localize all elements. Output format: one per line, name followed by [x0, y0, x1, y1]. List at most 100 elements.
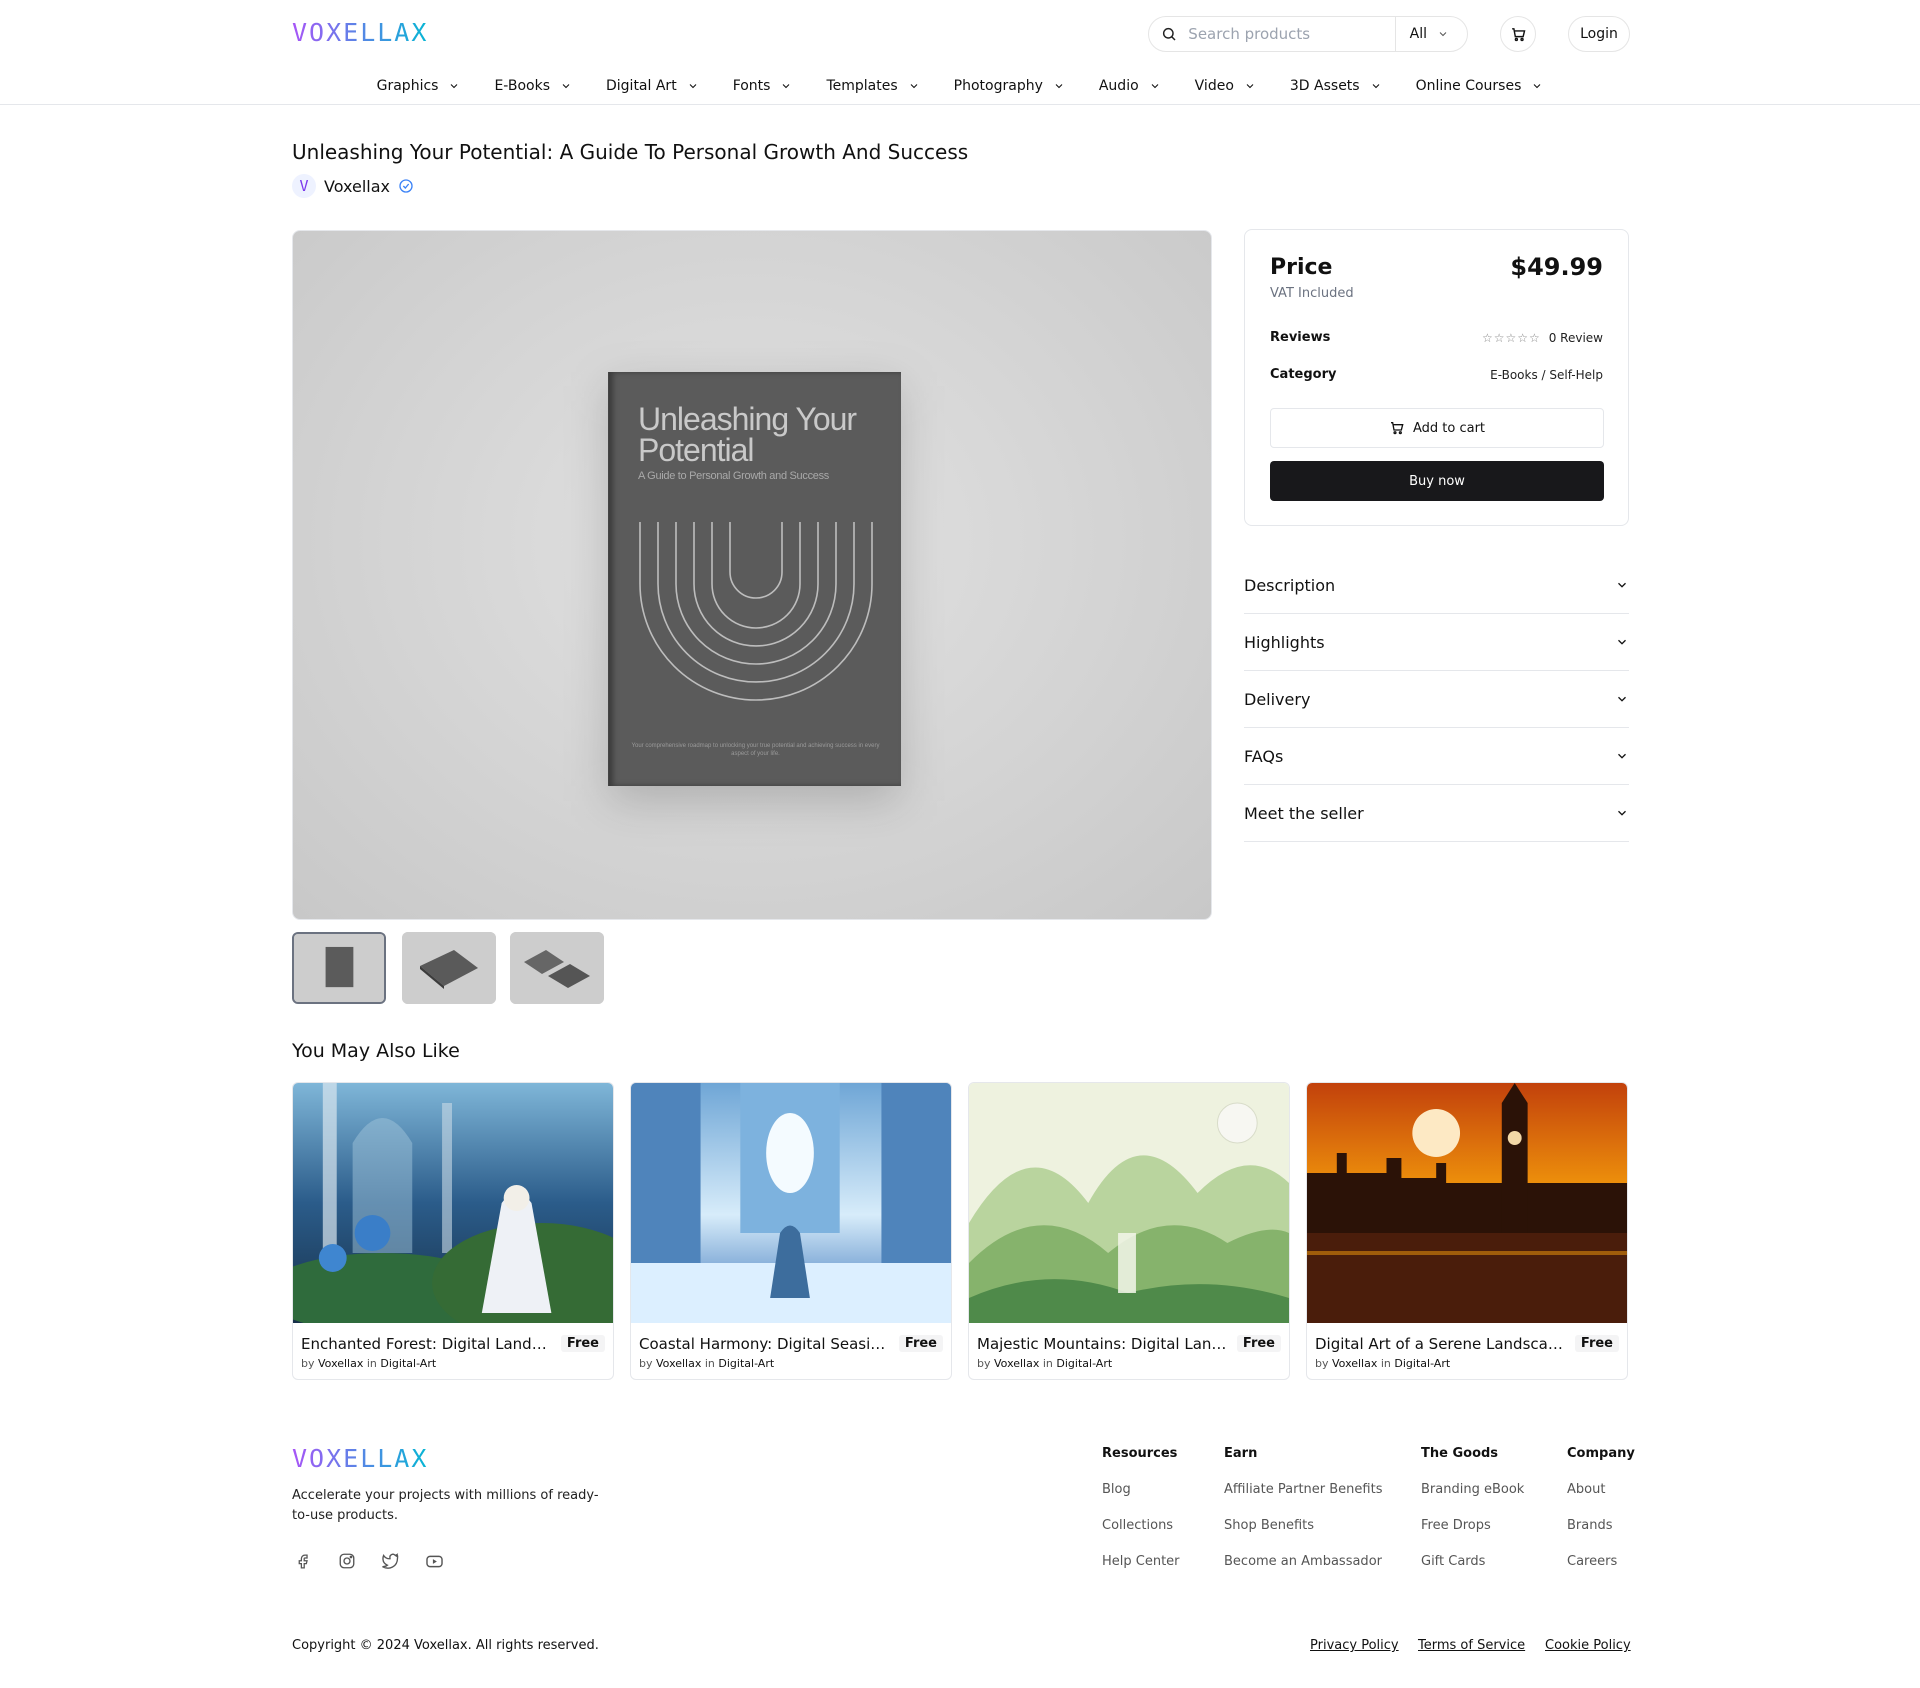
reviews-value[interactable]: ☆☆☆☆☆ 0 Review — [1482, 331, 1603, 345]
nav-item-graphics[interactable]: Graphics — [360, 76, 478, 96]
footer-brand-logo[interactable]: VOXELLAX — [292, 1444, 428, 1473]
footer-link[interactable]: Gift Cards — [1421, 1554, 1485, 1569]
login-button[interactable]: Login — [1568, 16, 1630, 52]
footer-link[interactable]: Affiliate Partner Benefits — [1224, 1482, 1382, 1497]
brand-logo[interactable]: VOXELLAX — [292, 18, 428, 47]
add-to-cart-button[interactable]: Add to cart — [1270, 408, 1604, 448]
category-nav: Graphics E-Books Digital Art Fonts Templ… — [0, 76, 1920, 96]
chevron-down-icon — [1533, 84, 1541, 89]
chevron-down-icon — [1055, 84, 1063, 89]
footer-link[interactable]: Help Center — [1102, 1554, 1180, 1569]
nav-label: 3D Assets — [1289, 78, 1360, 94]
footer-link[interactable]: Become an Ambassador — [1224, 1554, 1382, 1569]
related-card[interactable]: Majestic Mountains: Digital Landscape Fr… — [968, 1082, 1290, 1380]
seller-link[interactable]: V Voxellax — [292, 174, 414, 198]
chevron-down-icon — [1246, 84, 1254, 89]
category-link[interactable]: Digital-Art — [1056, 1357, 1112, 1370]
seller-link[interactable]: Voxellax — [318, 1357, 363, 1370]
chevron-down-icon — [783, 84, 790, 89]
footer-heading-company: Company — [1567, 1446, 1635, 1461]
seller-link[interactable]: Voxellax — [994, 1357, 1039, 1370]
accordion-meet-the-seller[interactable]: Meet the seller — [1244, 785, 1629, 842]
accordion-label: FAQs — [1244, 746, 1284, 766]
accordion-faqs[interactable]: FAQs — [1244, 728, 1629, 785]
by-text: by — [639, 1357, 653, 1370]
book-cover-footer: Your comprehensive roadmap to unlocking … — [631, 743, 880, 757]
search-icon[interactable] — [1149, 26, 1188, 42]
nav-item-video[interactable]: Video — [1178, 76, 1273, 96]
by-text: by — [977, 1357, 991, 1370]
thumbnail-3[interactable] — [510, 932, 604, 1004]
footer-link[interactable]: Brands — [1567, 1518, 1613, 1533]
footer-link[interactable]: Branding eBook — [1421, 1482, 1524, 1497]
category-value[interactable]: E-Books / Self-Help — [1490, 368, 1603, 382]
chevron-down-icon — [562, 84, 570, 89]
add-to-cart-label: Add to cart — [1412, 420, 1486, 436]
related-item-name: Coastal Harmony: Digital Seaside Art — [639, 1335, 889, 1353]
category-link[interactable]: Digital-Art — [380, 1357, 436, 1370]
search-bar: All — [1148, 16, 1468, 52]
nav-item-ebooks[interactable]: E-Books — [477, 76, 589, 96]
nav-item-fonts[interactable]: Fonts — [716, 76, 810, 96]
chevron-down-icon — [1439, 32, 1447, 37]
footer-link[interactable]: Collections — [1102, 1518, 1173, 1533]
cart-button[interactable] — [1500, 16, 1536, 52]
nav-item-digital-art[interactable]: Digital Art — [589, 76, 716, 96]
accordion-description[interactable]: Description — [1244, 557, 1629, 614]
footer-link[interactable]: Blog — [1102, 1482, 1131, 1497]
by-text: by — [301, 1357, 315, 1370]
price-badge: Free — [560, 1335, 605, 1352]
footer-heading-resources: Resources — [1102, 1446, 1178, 1461]
accordion-label: Delivery — [1244, 689, 1311, 709]
seller-link[interactable]: Voxellax — [1332, 1357, 1377, 1370]
book-arch-graphic — [639, 522, 873, 701]
twitter-icon[interactable] — [379, 1550, 401, 1572]
related-card[interactable]: Coastal Harmony: Digital Seaside Art Fre… — [630, 1082, 952, 1380]
category-link[interactable]: Digital-Art — [718, 1357, 774, 1370]
thumbnail-2[interactable] — [402, 932, 496, 1004]
book-cover: Unleashing Your Potential A Guide to Per… — [608, 372, 901, 786]
privacy-policy-link[interactable]: Privacy Policy — [1310, 1638, 1399, 1653]
youtube-icon[interactable] — [423, 1550, 445, 1572]
chevron-down-icon — [1618, 753, 1626, 759]
related-card[interactable]: Digital Art of a Serene Landscape Free b… — [1306, 1082, 1628, 1380]
product-main-image[interactable]: Unleashing Your Potential A Guide to Per… — [292, 230, 1212, 920]
chevron-down-icon — [689, 84, 697, 89]
related-item-meta: by Voxellax in Digital-Art — [639, 1357, 774, 1370]
category-link[interactable]: Digital-Art — [1394, 1357, 1450, 1370]
footer-link[interactable]: Careers — [1567, 1554, 1617, 1569]
instagram-icon[interactable] — [336, 1550, 358, 1572]
serene-landscape-thumbnail — [1307, 1083, 1627, 1323]
search-input[interactable] — [1188, 25, 1395, 43]
enchanted-forest-thumbnail — [293, 1083, 613, 1343]
facebook-icon[interactable] — [292, 1550, 314, 1572]
buy-now-button[interactable]: Buy now — [1270, 461, 1604, 501]
in-text: in — [1042, 1357, 1053, 1370]
book-front-thumbnail — [294, 934, 384, 1002]
thumbnail-1[interactable] — [292, 932, 386, 1004]
terms-of-service-link[interactable]: Terms of Service — [1418, 1638, 1525, 1653]
nav-item-3d-assets[interactable]: 3D Assets — [1273, 76, 1399, 96]
vat-note: VAT Included — [1270, 286, 1354, 301]
footer-link[interactable]: Shop Benefits — [1224, 1518, 1314, 1533]
accordion-delivery[interactable]: Delivery — [1244, 671, 1629, 728]
search-category-select[interactable]: All — [1394, 17, 1467, 51]
nav-item-audio[interactable]: Audio — [1082, 76, 1178, 96]
related-item-name: Majestic Mountains: Digital Landscape — [977, 1335, 1227, 1353]
category-text: E-Books / Self-Help — [1490, 368, 1603, 382]
chevron-down-icon — [1618, 696, 1626, 702]
price-badge: Free — [898, 1335, 943, 1352]
copyright-text: Copyright © 2024 Voxellax. All rights re… — [292, 1638, 599, 1653]
nav-item-photography[interactable]: Photography — [937, 76, 1082, 96]
nav-label: Video — [1194, 78, 1234, 94]
accordion-highlights[interactable]: Highlights — [1244, 614, 1629, 671]
footer-link[interactable]: About — [1567, 1482, 1605, 1497]
cookie-policy-link[interactable]: Cookie Policy — [1545, 1638, 1631, 1653]
nav-item-online-courses[interactable]: Online Courses — [1399, 76, 1561, 96]
footer-link[interactable]: Free Drops — [1421, 1518, 1491, 1533]
seller-link[interactable]: Voxellax — [656, 1357, 701, 1370]
category-label: Category — [1270, 367, 1337, 382]
nav-item-templates[interactable]: Templates — [809, 76, 936, 96]
related-section-title: You May Also Like — [292, 1040, 460, 1062]
related-card[interactable]: Enchanted Forest: Digital Landscape Art … — [292, 1082, 614, 1380]
